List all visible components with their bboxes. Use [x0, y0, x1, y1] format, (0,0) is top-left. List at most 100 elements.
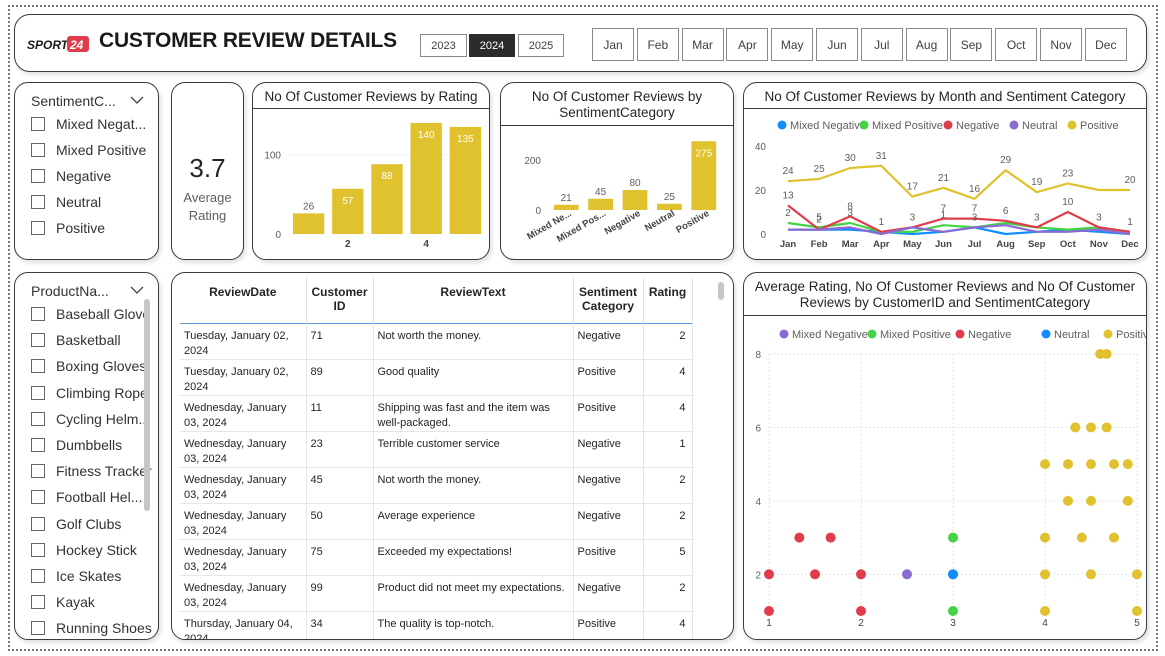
checkbox[interactable]	[31, 385, 45, 400]
sentiment-option[interactable]: Mixed Negat...	[31, 114, 146, 134]
series-line-positive[interactable]	[787, 164, 1130, 200]
scatter-point-positive[interactable]	[1101, 349, 1112, 359]
checkbox[interactable]	[31, 333, 45, 348]
column-header[interactable]: Customer ID	[306, 277, 374, 323]
scatter-point-positive[interactable]	[1122, 495, 1133, 506]
month-button-jan[interactable]: Jan	[592, 28, 634, 61]
scatter-point-positive[interactable]	[1076, 532, 1087, 543]
table-row[interactable]: Wednesday, January 03, 2024 99 Product did…	[180, 575, 693, 612]
scatter-point-negative[interactable]	[764, 569, 774, 580]
checkbox[interactable]	[31, 195, 45, 209]
table-row[interactable]: Tuesday, January 02, 2024 71 Not worth the…	[180, 323, 693, 360]
checkbox[interactable]	[31, 438, 45, 452]
chevron-down-icon[interactable]	[130, 283, 144, 297]
sentiment-option[interactable]: Mixed Positive	[31, 140, 146, 160]
column-header[interactable]: Rating	[643, 277, 693, 323]
scatter-point-positive[interactable]	[1040, 569, 1050, 580]
column-header[interactable]: Sentiment Category	[573, 277, 644, 323]
month-button-jul[interactable]: Jul	[860, 28, 903, 61]
checkbox[interactable]	[31, 595, 45, 610]
scatter-point-negative[interactable]	[825, 532, 836, 543]
scatter-point-neutral[interactable]	[948, 569, 958, 580]
product-option[interactable]: Fitness Tracker	[31, 461, 152, 481]
scatter-point-positive[interactable]	[1109, 532, 1119, 543]
year-button-2025[interactable]: 2025	[518, 34, 564, 57]
scatter-point-positive[interactable]	[1132, 569, 1142, 580]
table-row[interactable]: Tuesday, January 02, 2024 89 Good quality P…	[180, 359, 693, 396]
month-button-jun[interactable]: Jun	[816, 28, 858, 61]
product-option[interactable]: Dumbbells	[31, 435, 122, 455]
sentiment-option[interactable]: Neutral	[31, 192, 101, 212]
table-row[interactable]: Thursday, January 04, 2024 34 The quality …	[180, 611, 693, 639]
column-header[interactable]: ReviewDate	[180, 277, 307, 323]
scatter-point-positive[interactable]	[1040, 532, 1050, 543]
scatter-point-negative[interactable]	[794, 532, 805, 543]
scatter-point-positive[interactable]	[1132, 606, 1142, 616]
scatter-point-positive[interactable]	[1086, 422, 1096, 433]
checkbox[interactable]	[31, 169, 45, 183]
table-row[interactable]: Wednesday, January 03, 2024 11 Shipping wa…	[180, 395, 693, 432]
scatter-point-positive[interactable]	[1086, 495, 1096, 506]
table-row[interactable]: Wednesday, January 03, 2024 75 Exceeded my…	[180, 539, 693, 576]
year-button-2023[interactable]: 2023	[420, 34, 467, 57]
month-button-nov[interactable]: Nov	[1040, 28, 1082, 61]
checkbox[interactable]	[31, 490, 45, 505]
column-header[interactable]: ReviewText	[373, 277, 574, 323]
product-option[interactable]: Golf Clubs	[31, 514, 121, 534]
scatter-point-positive[interactable]	[1040, 459, 1050, 470]
checkbox[interactable]	[31, 117, 45, 131]
checkbox[interactable]	[31, 542, 45, 557]
scatter-point-negative[interactable]	[856, 606, 866, 616]
table-row[interactable]: Wednesday, January 03, 2024 50 Average exp…	[180, 503, 693, 540]
scatter-point-negative[interactable]	[764, 606, 774, 616]
scatter-point-negative[interactable]	[856, 569, 866, 580]
checkbox[interactable]	[31, 307, 45, 321]
sentiment-option[interactable]: Positive	[31, 218, 105, 238]
product-option[interactable]: Basketball	[31, 330, 121, 350]
bar-rating-1[interactable]	[292, 213, 325, 234]
scatter-point-positive[interactable]	[1040, 606, 1050, 616]
month-button-mar[interactable]: Mar	[681, 28, 724, 61]
month-button-may[interactable]: May	[771, 28, 814, 61]
product-option[interactable]: Hockey Stick	[31, 540, 137, 560]
sentiment-option[interactable]: Negative	[31, 166, 111, 186]
product-scrollbar[interactable]	[144, 299, 150, 511]
checkbox[interactable]	[31, 221, 45, 235]
product-option[interactable]: Climbing Rope	[31, 383, 148, 403]
product-option[interactable]: Ice Skates	[31, 566, 121, 586]
product-option[interactable]: Running Shoes	[31, 618, 152, 638]
product-option[interactable]: Kayak	[31, 592, 95, 612]
scatter-point-positive[interactable]	[1109, 459, 1119, 470]
month-button-aug[interactable]: Aug	[905, 28, 948, 61]
scatter-point-positive[interactable]	[1101, 422, 1112, 433]
scatter-point-positive[interactable]	[1122, 459, 1133, 470]
month-button-sep[interactable]: Sep	[950, 28, 993, 61]
scatter-point-mixed-positive[interactable]	[948, 532, 958, 543]
scatter-point-positive[interactable]	[1063, 495, 1073, 506]
scatter-point-negative[interactable]	[810, 569, 820, 580]
month-button-oct[interactable]: Oct	[995, 28, 1038, 61]
scatter-point-positive[interactable]	[1086, 459, 1096, 470]
table-row[interactable]: Wednesday, January 03, 2024 23 Terrible cu…	[180, 431, 693, 468]
scatter-point-positive[interactable]	[1086, 569, 1096, 580]
product-option[interactable]: Boxing Gloves	[31, 356, 146, 376]
table-scrollbar[interactable]	[718, 282, 724, 300]
checkbox[interactable]	[31, 569, 45, 583]
year-button-2024[interactable]: 2024	[469, 34, 515, 57]
scatter-point-mixed-negative[interactable]	[902, 569, 912, 580]
checkbox[interactable]	[31, 621, 45, 636]
checkbox[interactable]	[31, 464, 45, 479]
product-option[interactable]: Football Hel...	[31, 487, 142, 507]
checkbox[interactable]	[31, 516, 45, 531]
table-row[interactable]: Wednesday, January 03, 2024 45 Not worth t…	[180, 467, 693, 504]
month-button-feb[interactable]: Feb	[636, 28, 679, 61]
scatter-point-positive[interactable]	[1070, 422, 1081, 433]
chevron-down-icon[interactable]	[130, 93, 144, 107]
bar-sentiment-2[interactable]	[622, 190, 648, 210]
month-button-apr[interactable]: Apr	[726, 28, 769, 61]
checkbox[interactable]	[31, 143, 45, 157]
checkbox[interactable]	[31, 411, 45, 426]
checkbox[interactable]	[31, 359, 45, 374]
product-option[interactable]: Baseball Glove	[31, 304, 150, 324]
scatter-point-mixed-positive[interactable]	[948, 606, 958, 616]
